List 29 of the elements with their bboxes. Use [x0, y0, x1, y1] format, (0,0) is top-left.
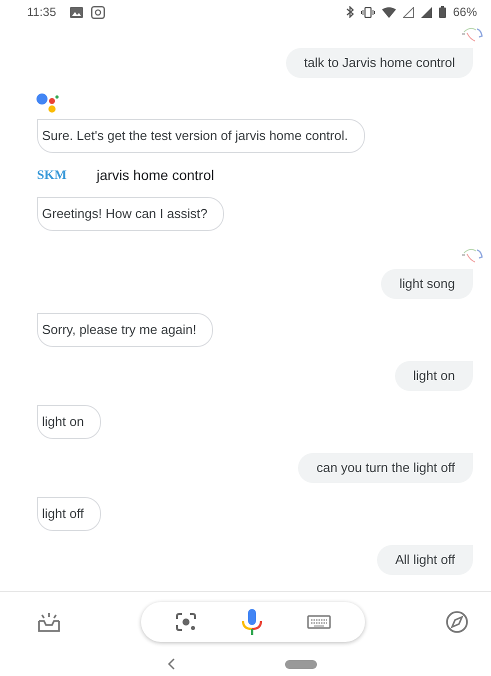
user-message: can you turn the light off [298, 453, 473, 483]
assistant-message: Greetings! How can I assist? [37, 197, 224, 231]
clock: 11:35 [27, 5, 56, 19]
signal-icon [420, 6, 432, 18]
lens-icon[interactable] [175, 612, 197, 632]
home-button[interactable] [284, 660, 316, 668]
signal-icon [402, 6, 414, 18]
keyboard-icon[interactable] [307, 615, 331, 629]
compass-icon[interactable] [445, 610, 469, 634]
bluetooth-icon [346, 6, 354, 18]
app-name: jarvis home control [96, 167, 214, 183]
user-message: talk to Jarvis home control [286, 48, 473, 78]
assistant-message: light off [37, 497, 101, 531]
back-icon[interactable] [166, 658, 174, 670]
battery-icon [438, 6, 446, 18]
app-logo: SKM [37, 167, 67, 183]
vibrate-icon [360, 6, 375, 18]
screen-record-icon [91, 6, 106, 18]
assistant-message: Sorry, please try me again! [37, 313, 214, 347]
wifi-icon [382, 6, 396, 18]
assistant-message: light on [37, 405, 101, 439]
user-message: light song [381, 269, 473, 299]
inbox-icon[interactable] [37, 612, 61, 632]
user-message: All light off [377, 545, 473, 575]
battery-level: 66% [452, 5, 477, 19]
image-icon [70, 6, 84, 18]
assistant-message: Sure. Let's get the test version of jarvis home control. [37, 119, 365, 153]
user-message: light on [395, 361, 473, 391]
microphone-icon[interactable] [241, 609, 263, 635]
